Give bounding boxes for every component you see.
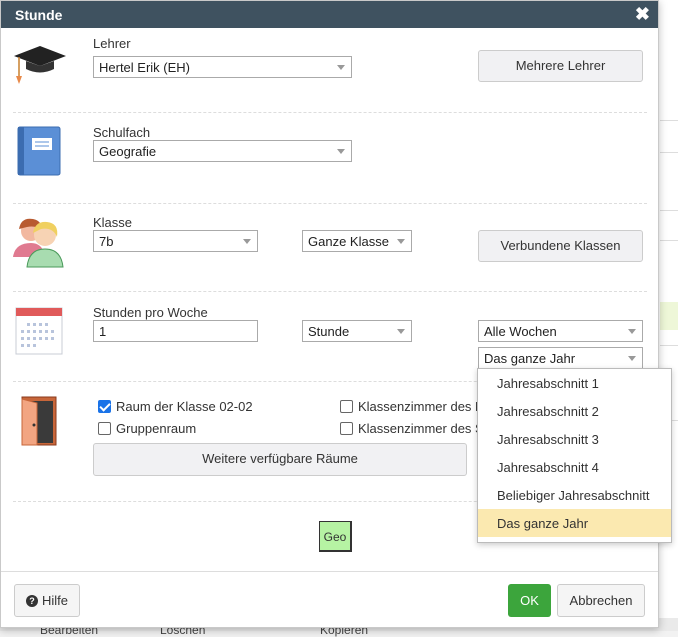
class-select[interactable]: 7b [93,230,258,252]
help-label: Hilfe [41,593,68,608]
room-group-checkbox[interactable] [98,422,111,435]
people-icon [13,218,64,268]
teacher-label: Lehrer [93,36,131,51]
bg-row-divider [660,152,678,153]
room-option-student-room[interactable]: Klassenzimmer des S [340,421,484,436]
dialog-titlebar: Stunde ✖ [1,1,658,28]
lesson-preview-tile: Geo [319,521,352,552]
room-class-label: Raum der Klasse 02-02 [116,399,253,414]
period-option[interactable]: Jahresabschnitt 3 [478,425,671,453]
dialog-title: Stunde [15,7,63,23]
room-student-checkbox[interactable] [340,422,353,435]
room-teacher-checkbox[interactable] [340,400,353,413]
weeks-select[interactable]: Alle Wochen [478,320,643,342]
subject-select[interactable]: Geografie [93,140,352,162]
multiple-teachers-button[interactable]: Mehrere Lehrer [478,50,643,82]
hours-unit-select[interactable]: Stunde [302,320,412,342]
linked-classes-button[interactable]: Verbundene Klassen [478,230,643,262]
subject-label: Schulfach [93,125,151,140]
period-option-selected[interactable]: Das ganze Jahr [478,509,671,537]
room-option-class-room[interactable]: Raum der Klasse 02-02 [98,399,253,414]
period-option[interactable]: Jahresabschnitt 1 [478,369,671,397]
bg-row-divider [660,240,678,241]
bg-row-divider [660,345,678,346]
teacher-section: Lehrer Hertel Erik (EH) Mehrere Lehrer [13,28,647,113]
more-rooms-button[interactable]: Weitere verfügbare Räume [93,443,467,476]
question-icon: ? [25,594,38,607]
room-class-checkbox[interactable] [98,400,111,413]
ok-button[interactable]: OK [508,584,551,617]
book-icon [17,126,61,176]
footer-divider [1,571,658,572]
close-icon[interactable]: ✖ [635,4,650,25]
bg-row-divider [660,120,678,121]
door-icon [21,396,57,446]
room-option-teacher-room[interactable]: Klassenzimmer des L [340,399,482,414]
period-option[interactable]: Beliebiger Jahresabschnitt [478,481,671,509]
class-mode-select[interactable]: Ganze Klasse [302,230,412,252]
period-option[interactable]: Jahresabschnitt 4 [478,453,671,481]
hours-label: Stunden pro Woche [93,305,208,320]
subject-section: Schulfach Geografie [13,113,647,204]
bg-row-divider [660,210,678,211]
teacher-select[interactable]: Hertel Erik (EH) [93,56,352,78]
class-section: Klasse 7b Ganze Klasse Verbundene Klasse… [13,204,647,292]
period-select[interactable]: Das ganze Jahr [478,347,643,369]
period-option[interactable]: Jahresabschnitt 2 [478,397,671,425]
period-dropdown-list: Jahresabschnitt 1 Jahresabschnitt 2 Jahr… [477,368,672,543]
help-button[interactable]: ? Hilfe [14,584,80,617]
bg-highlight-row [660,302,678,330]
hours-per-week-input[interactable]: 1 [93,320,258,342]
room-option-group-room[interactable]: Gruppenraum [98,421,196,436]
class-label: Klasse [93,215,133,230]
room-teacher-label: Klassenzimmer des L [358,399,483,414]
room-student-label: Klassenzimmer des S [358,421,484,436]
room-group-label: Gruppenraum [116,421,197,436]
calendar-icon [15,307,63,355]
graduation-cap-icon [14,46,66,84]
cancel-button[interactable]: Abbrechen [557,584,645,617]
